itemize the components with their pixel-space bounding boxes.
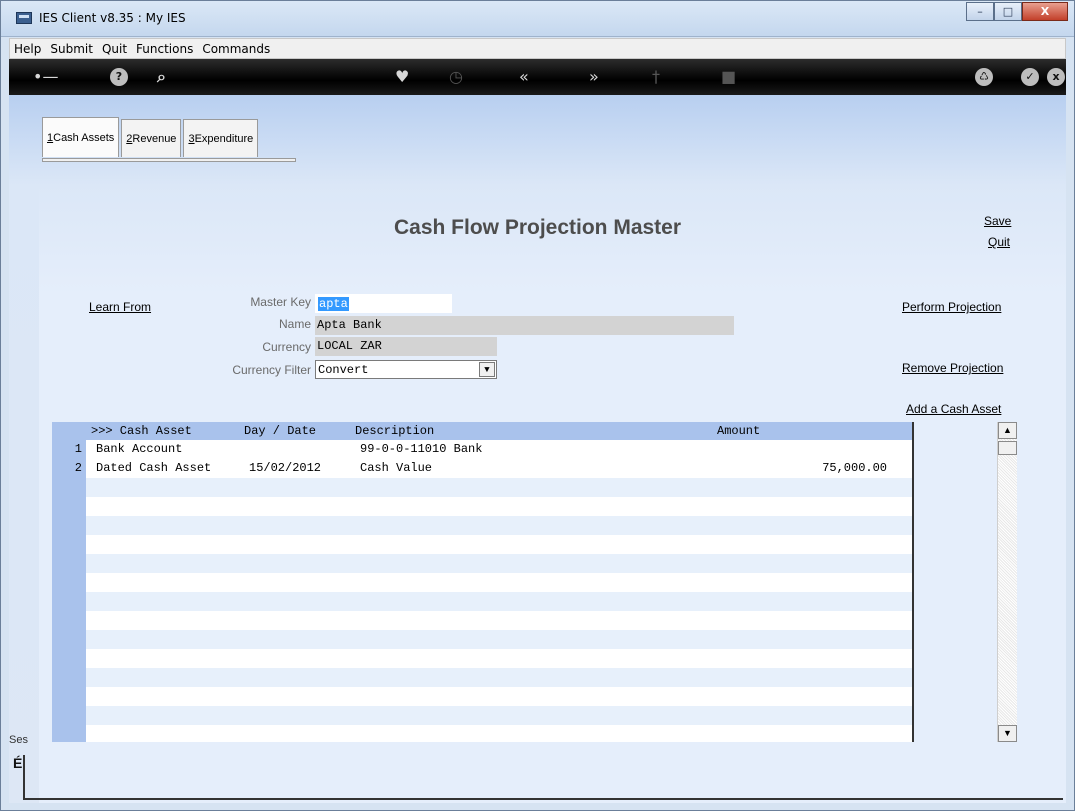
window-controls: – □ X xyxy=(966,2,1068,21)
window-close-icon[interactable]: X xyxy=(1022,2,1068,21)
cell-date: 15/02/2012 xyxy=(249,461,322,475)
name-field: Apta Bank xyxy=(315,316,734,335)
master-key-label: Master Key xyxy=(250,295,311,309)
empty-row[interactable] xyxy=(86,516,912,535)
currency-filter-select[interactable]: Convert ▼ xyxy=(315,360,497,379)
perform-projection-link[interactable]: Perform Projection xyxy=(902,300,1001,314)
app-icon xyxy=(16,12,32,24)
empty-row[interactable] xyxy=(86,649,912,668)
menu-functions[interactable]: Functions xyxy=(136,42,193,56)
maximize-icon[interactable]: □ xyxy=(994,2,1022,21)
chevron-down-icon[interactable]: ▼ xyxy=(479,362,495,377)
heart-icon[interactable]: ♥ xyxy=(395,68,409,86)
add-cash-asset-link[interactable]: Add a Cash Asset xyxy=(906,402,1001,416)
table-row[interactable]: Bank Account 99-0-0-11010 Bank xyxy=(86,440,912,459)
header-cash-asset[interactable]: >>> Cash Asset xyxy=(91,424,192,438)
table-row[interactable]: Dated Cash Asset 15/02/2012 Cash Value 7… xyxy=(86,459,912,478)
quit-link[interactable]: Quit xyxy=(988,235,1010,249)
tab-expenditure-label: Expenditure xyxy=(194,132,254,145)
empty-row[interactable] xyxy=(86,592,912,611)
cell-amount: 75,000.00 xyxy=(822,461,887,475)
currency-field: LOCAL ZAR xyxy=(315,337,497,356)
page-title: Cash Flow Projection Master xyxy=(393,216,682,239)
rewind-icon[interactable]: « xyxy=(519,68,529,86)
name-label: Name xyxy=(278,317,311,331)
row-number: 2 xyxy=(74,461,82,475)
scroll-thumb[interactable] xyxy=(998,441,1017,455)
cell-asset: Dated Cash Asset xyxy=(96,461,212,475)
window-title: IES Client v8.35 : My IES xyxy=(39,11,186,25)
tab-cash-assets-label: Cash Assets xyxy=(53,131,115,144)
forward-icon[interactable]: » xyxy=(589,68,599,86)
empty-row[interactable] xyxy=(86,706,912,725)
status-icon: É xyxy=(13,755,23,771)
tab-revenue-label: Revenue xyxy=(132,132,177,145)
menu-commands[interactable]: Commands xyxy=(202,42,270,56)
grid-header: >>> Cash Asset Day / Date Description Am… xyxy=(86,422,912,440)
empty-row[interactable] xyxy=(86,554,912,573)
cell-asset: Bank Account xyxy=(96,442,183,456)
help-icon[interactable]: ? xyxy=(110,68,128,86)
minimize-icon[interactable]: – xyxy=(966,2,994,21)
remove-projection-link[interactable]: Remove Projection xyxy=(902,361,1003,375)
close-icon[interactable]: x xyxy=(1047,68,1065,86)
menu-submit[interactable]: Submit xyxy=(50,42,93,56)
tab-strip: 1 Cash Assets 2 Revenue 3 Expenditure xyxy=(42,117,260,157)
menu-bar: Help Submit Quit Functions Commands xyxy=(9,38,1066,59)
header-amount[interactable]: Amount xyxy=(717,424,760,438)
cell-description: Cash Value xyxy=(360,461,433,475)
search-icon[interactable]: ⌕ xyxy=(157,68,166,86)
pin-icon[interactable]: † xyxy=(652,68,660,86)
empty-row[interactable] xyxy=(86,687,912,706)
master-key-value: apta xyxy=(318,297,349,311)
scroll-up-icon[interactable]: ▲ xyxy=(998,422,1017,439)
cell-description: 99-0-0-11010 Bank xyxy=(360,442,483,456)
tab-revenue[interactable]: 2 Revenue xyxy=(121,119,182,157)
recycle-icon[interactable]: ♺ xyxy=(975,68,993,86)
toolbar: •— ? ⌕ ♥ ◷ « » † ■ ♺ ✓ x xyxy=(9,59,1066,95)
tab-cash-assets[interactable]: 1 Cash Assets xyxy=(42,117,120,157)
frame-line-bottom xyxy=(23,798,1063,800)
empty-row[interactable] xyxy=(86,478,912,497)
grid-scrollbar[interactable]: ▲ ▼ xyxy=(997,422,1017,742)
empty-row[interactable] xyxy=(86,611,912,630)
stop-icon[interactable]: ■ xyxy=(721,68,736,86)
learn-from-link[interactable]: Learn From xyxy=(89,300,151,314)
header-description[interactable]: Description xyxy=(355,424,434,438)
menu-help[interactable]: Help xyxy=(14,42,41,56)
check-icon[interactable]: ✓ xyxy=(1021,68,1039,86)
left-strip xyxy=(9,95,39,803)
tab-expenditure[interactable]: 3 Expenditure xyxy=(183,119,259,157)
header-day-date[interactable]: Day / Date xyxy=(244,424,316,438)
currency-filter-label: Currency Filter xyxy=(232,363,311,377)
empty-row[interactable] xyxy=(86,535,912,554)
app-window: IES Client v8.35 : My IES – □ X Help Sub… xyxy=(0,0,1075,811)
empty-row[interactable] xyxy=(86,573,912,592)
scroll-down-icon[interactable]: ▼ xyxy=(998,725,1017,742)
currency-label: Currency xyxy=(262,340,311,354)
empty-row[interactable] xyxy=(86,497,912,516)
menu-quit[interactable]: Quit xyxy=(102,42,127,56)
status-label: Ses xyxy=(9,734,28,746)
empty-row[interactable] xyxy=(86,668,912,687)
key-icon[interactable]: •— xyxy=(33,68,58,86)
tab-panel-edge xyxy=(42,158,296,162)
frame-line-left xyxy=(23,755,25,800)
master-key-input[interactable]: apta xyxy=(315,294,452,313)
row-number: 1 xyxy=(74,442,82,456)
title-bar: IES Client v8.35 : My IES – □ X xyxy=(1,1,1074,37)
main-panel: 1 Cash Assets 2 Revenue 3 Expenditure Ca… xyxy=(9,95,1066,803)
currency-filter-value: Convert xyxy=(318,363,369,377)
empty-row[interactable] xyxy=(86,630,912,649)
clock-icon[interactable]: ◷ xyxy=(449,68,463,86)
save-link[interactable]: Save xyxy=(984,214,1011,228)
empty-row[interactable] xyxy=(86,725,912,744)
grid-divider xyxy=(912,422,914,742)
cash-asset-grid: >>> Cash Asset Day / Date Description Am… xyxy=(52,422,912,742)
